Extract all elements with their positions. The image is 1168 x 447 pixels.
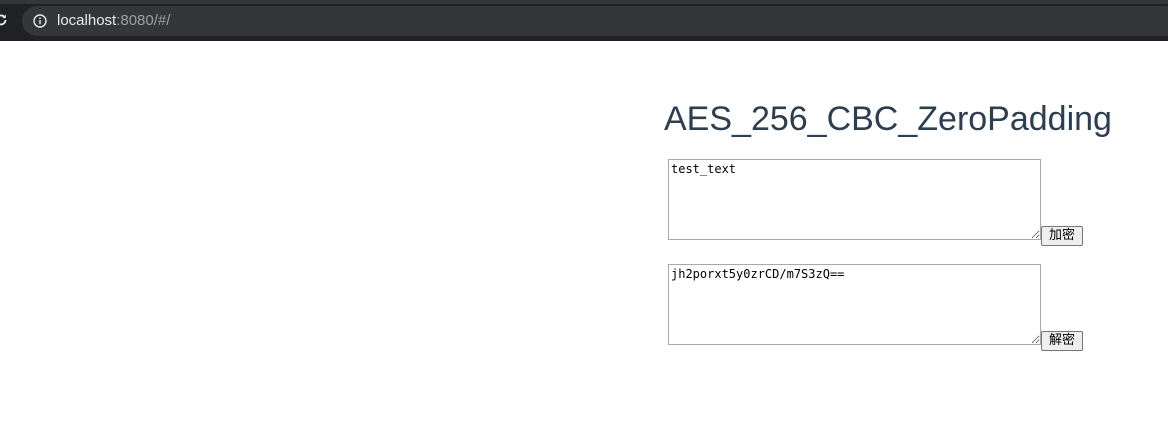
url-host: localhost (57, 12, 117, 29)
ciphertext-input[interactable] (668, 264, 1041, 345)
page-title: AES_256_CBC_ZeroPadding (664, 100, 1112, 138)
site-info-icon[interactable] (33, 14, 47, 28)
address-bar[interactable]: localhost:8080/#/ (22, 6, 1168, 36)
url-path: :8080/#/ (116, 12, 171, 29)
decrypt-button[interactable]: 解密 (1041, 331, 1083, 351)
encrypt-button[interactable]: 加密 (1041, 226, 1083, 246)
tab-strip-edge (0, 0, 1168, 4)
plaintext-input[interactable] (668, 159, 1041, 240)
url-text[interactable]: localhost:8080/#/ (57, 13, 170, 29)
reload-icon[interactable] (0, 13, 8, 27)
browser-toolbar: localhost:8080/#/ (0, 0, 1168, 41)
